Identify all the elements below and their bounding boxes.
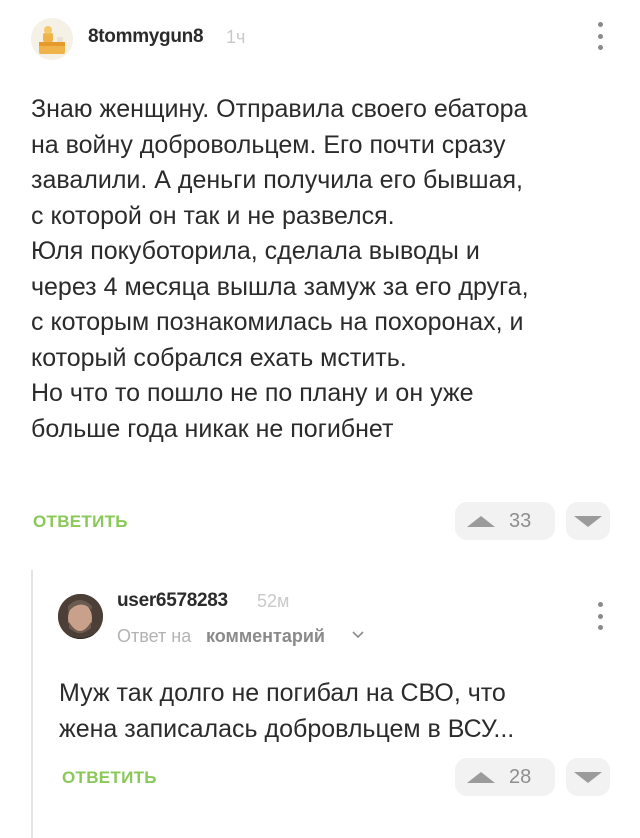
upvote-button[interactable]: 28: [455, 758, 555, 796]
reply-timestamp: 52м: [257, 591, 290, 611]
comment-username[interactable]: 8tommygun8: [88, 26, 204, 48]
downvote-button[interactable]: [566, 758, 610, 796]
comment-line: больше года никак не погибнет: [31, 414, 394, 443]
comment-line: который собрался ехать мстить.: [31, 343, 407, 372]
comment-line: Знаю женщину. Отправила своего ебатора: [31, 95, 528, 123]
reply-body: Муж так долго не погибал на СВО, что жен…: [59, 676, 514, 747]
user-avatar[interactable]: [31, 18, 73, 60]
user-avatar[interactable]: [58, 594, 103, 639]
upvote-button[interactable]: 33: [455, 502, 555, 540]
thread-line[interactable]: [31, 570, 33, 838]
comment-line: Но что то пошло не по плану и он уже: [31, 379, 474, 407]
reply-line: Муж так долго не погибал на СВО, что: [59, 679, 506, 707]
avatar-image: [31, 18, 73, 60]
reply-line: жена записалась добровльцем в ВСУ...: [59, 714, 515, 743]
comment-line: Юля покуботорила, сделала выводы и: [31, 237, 480, 265]
triangle-down-icon: [574, 515, 602, 527]
comment-body: Знаю женщину. Отправила своего ебатора н…: [31, 92, 529, 447]
comment-line: завалили. А деньги получила его бывшая,: [31, 166, 523, 194]
rating-count: 28: [509, 765, 532, 788]
triangle-down-icon: [574, 771, 602, 783]
rating-count: 33: [509, 509, 532, 532]
comment-timestamp: 1ч: [226, 27, 246, 47]
kebab-menu-icon[interactable]: [597, 602, 603, 630]
kebab-menu-icon[interactable]: [597, 22, 603, 50]
reply-username[interactable]: user6578283: [117, 590, 228, 612]
reply-button[interactable]: ОТВЕТИТЬ: [33, 512, 128, 532]
downvote-button[interactable]: [566, 502, 610, 540]
chevron-down-icon[interactable]: [351, 626, 365, 642]
answer-to-label: Ответ на: [117, 626, 192, 646]
triangle-up-icon: [467, 771, 495, 783]
comment-line: через 4 месяца вышла замуж за его друга,: [31, 272, 529, 301]
comment-line: с которой он так и не развелся.: [31, 201, 395, 230]
comment-line: с которым познакомилась на похоронах, и: [31, 308, 524, 336]
triangle-up-icon: [467, 515, 495, 527]
parent-comment-link[interactable]: комментарий: [206, 626, 325, 647]
reply-button[interactable]: ОТВЕТИТЬ: [62, 768, 157, 788]
comment-line: на войну добровольцем. Его почти сразу: [31, 130, 506, 159]
avatar-image: [58, 594, 103, 639]
